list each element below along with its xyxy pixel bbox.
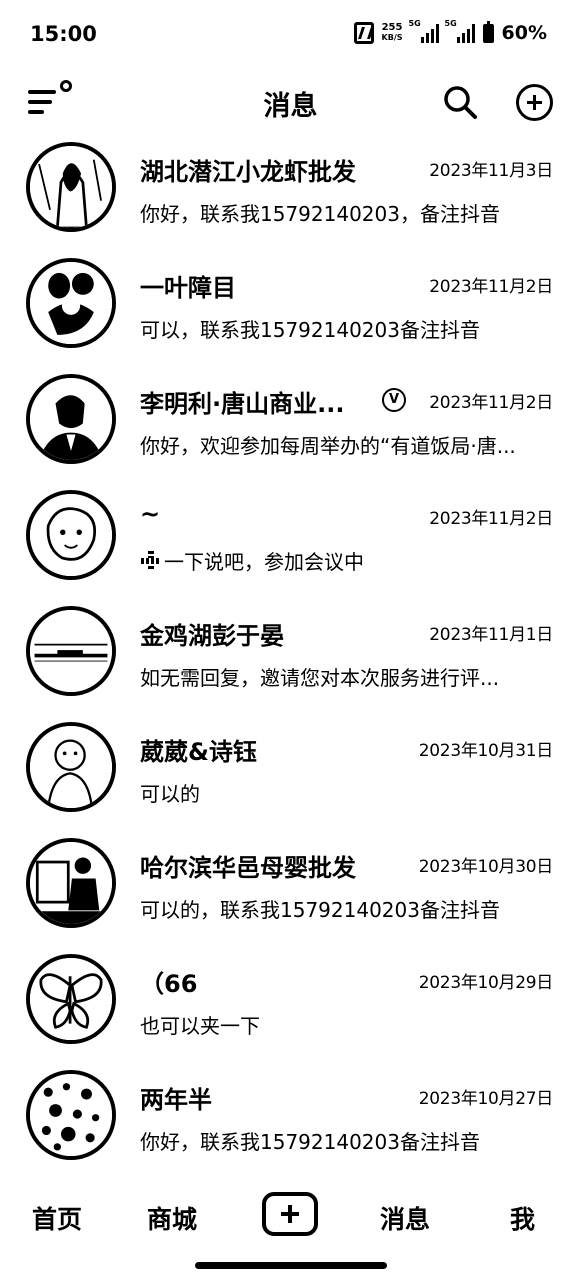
- bottom-tab-bar: 首页 商城 消息 我: [0, 1184, 581, 1250]
- conversation-preview: 你好，联系我15792140203，备注抖音: [140, 202, 500, 226]
- conversation-preview: 你好，联系我15792140203备注抖音: [140, 1130, 480, 1154]
- status-time: 15:00: [30, 22, 97, 46]
- conversation-list: 湖北潜江小龙虾批发 2023年11月3日 你好，联系我15792140203，备…: [0, 134, 581, 1178]
- verified-badge-icon: V: [382, 388, 406, 412]
- avatar: [26, 374, 116, 464]
- status-icons: 255 KB/S 5G 5G 60%: [353, 19, 547, 44]
- conversation-date: 2023年10月30日: [418, 857, 554, 877]
- home-indicator[interactable]: [195, 1262, 387, 1269]
- conversation-preview: 可以的，联系我15792140203备注抖音: [140, 898, 500, 922]
- conversation-date: 2023年10月31日: [418, 741, 554, 761]
- conversation-preview: 如无需回复，邀请您对本次服务进行评...: [140, 666, 500, 690]
- avatar: [26, 722, 116, 812]
- signal-5g-icon-2: 5G: [445, 19, 475, 43]
- conversation-name: ~: [140, 500, 161, 528]
- tab-home[interactable]: 首页: [32, 1200, 82, 1236]
- avatar: [26, 606, 116, 696]
- page-title: 消息: [263, 91, 318, 122]
- nfc-icon: [353, 22, 374, 44]
- tab-me[interactable]: 我: [510, 1200, 535, 1236]
- conversation-row[interactable]: 葳葳&诗钰 2023年10月31日 可以的: [0, 714, 581, 830]
- avatar: [26, 954, 116, 1044]
- avatar: [26, 490, 116, 580]
- sticker-icon: [140, 550, 162, 572]
- conversation-row[interactable]: 两年半 2023年10月27日 你好，联系我15792140203备注抖音: [0, 1062, 581, 1178]
- tab-mall[interactable]: 商城: [147, 1200, 197, 1236]
- conversation-date: 2023年10月29日: [418, 973, 554, 993]
- conversation-name: 葳葳&诗钰: [140, 738, 257, 766]
- conversation-preview: 一下说吧，参加会议中: [140, 546, 364, 575]
- conversation-preview: 可以的: [140, 782, 200, 806]
- conversation-name: 金鸡湖彭于晏: [140, 622, 284, 650]
- conversation-preview: 也可以夹一下: [140, 1014, 260, 1038]
- avatar: [26, 258, 116, 348]
- signal-5g-icon: 5G: [409, 19, 439, 43]
- conversation-date: 2023年11月1日: [429, 625, 553, 645]
- conversation-date: 2023年11月2日: [429, 277, 553, 297]
- signal-tag: 5G: [408, 19, 421, 28]
- network-speed: 255 KB/S: [382, 23, 403, 43]
- avatar: [26, 838, 116, 928]
- conversation-row[interactable]: 湖北潜江小龙虾批发 2023年11月3日 你好，联系我15792140203，备…: [0, 134, 581, 250]
- network-speed-unit: KB/S: [381, 33, 403, 42]
- conversation-date: 2023年11月2日: [429, 393, 553, 413]
- conversation-name: 两年半: [140, 1086, 212, 1114]
- network-speed-value: 255: [381, 22, 403, 33]
- conversation-row[interactable]: 金鸡湖彭于晏 2023年11月1日 如无需回复，邀请您对本次服务进行评...: [0, 598, 581, 714]
- header: 消息: [0, 70, 581, 134]
- battery-percent: 60%: [501, 22, 547, 44]
- conversation-row[interactable]: 李明利·唐山商业... V 2023年11月2日 你好，欢迎参加每周举办的“有道…: [0, 366, 581, 482]
- conversation-name: 李明利·唐山商业...: [140, 390, 345, 418]
- conversation-date: 2023年11月2日: [429, 509, 553, 529]
- conversation-row[interactable]: 哈尔滨华邑母婴批发 2023年10月30日 可以的，联系我15792140203…: [0, 830, 581, 946]
- conversation-name: 一叶障目: [140, 274, 236, 302]
- create-button[interactable]: [262, 1192, 318, 1236]
- conversation-preview: 你好，欢迎参加每周举办的“有道饭局·唐...: [140, 434, 516, 458]
- conversation-date: 2023年10月27日: [418, 1089, 554, 1109]
- status-bar: 15:00 255 KB/S 5G 5G 60%: [0, 0, 581, 70]
- conversation-date: 2023年11月3日: [429, 161, 553, 181]
- conversation-preview-text: 一下说吧，参加会议中: [164, 550, 364, 574]
- avatar: [26, 142, 116, 232]
- conversation-name: 湖北潜江小龙虾批发: [140, 158, 356, 186]
- conversation-row[interactable]: ~ 2023年11月2日 一下说吧，参加会议中: [0, 482, 581, 598]
- add-circle-icon[interactable]: [516, 84, 553, 121]
- signal-tag-2: 5G: [444, 19, 457, 28]
- conversation-preview: 可以，联系我15792140203备注抖音: [140, 318, 480, 342]
- conversation-row[interactable]: （66 2023年10月29日 也可以夹一下: [0, 946, 581, 1062]
- conversation-name: 哈尔滨华邑母婴批发: [140, 854, 356, 882]
- tab-messages[interactable]: 消息: [380, 1200, 430, 1236]
- avatar: [26, 1070, 116, 1160]
- conversation-name: （66: [140, 970, 198, 998]
- search-icon[interactable]: [442, 84, 478, 120]
- battery-icon: [482, 20, 494, 43]
- conversation-row[interactable]: 一叶障目 2023年11月2日 可以，联系我15792140203备注抖音: [0, 250, 581, 366]
